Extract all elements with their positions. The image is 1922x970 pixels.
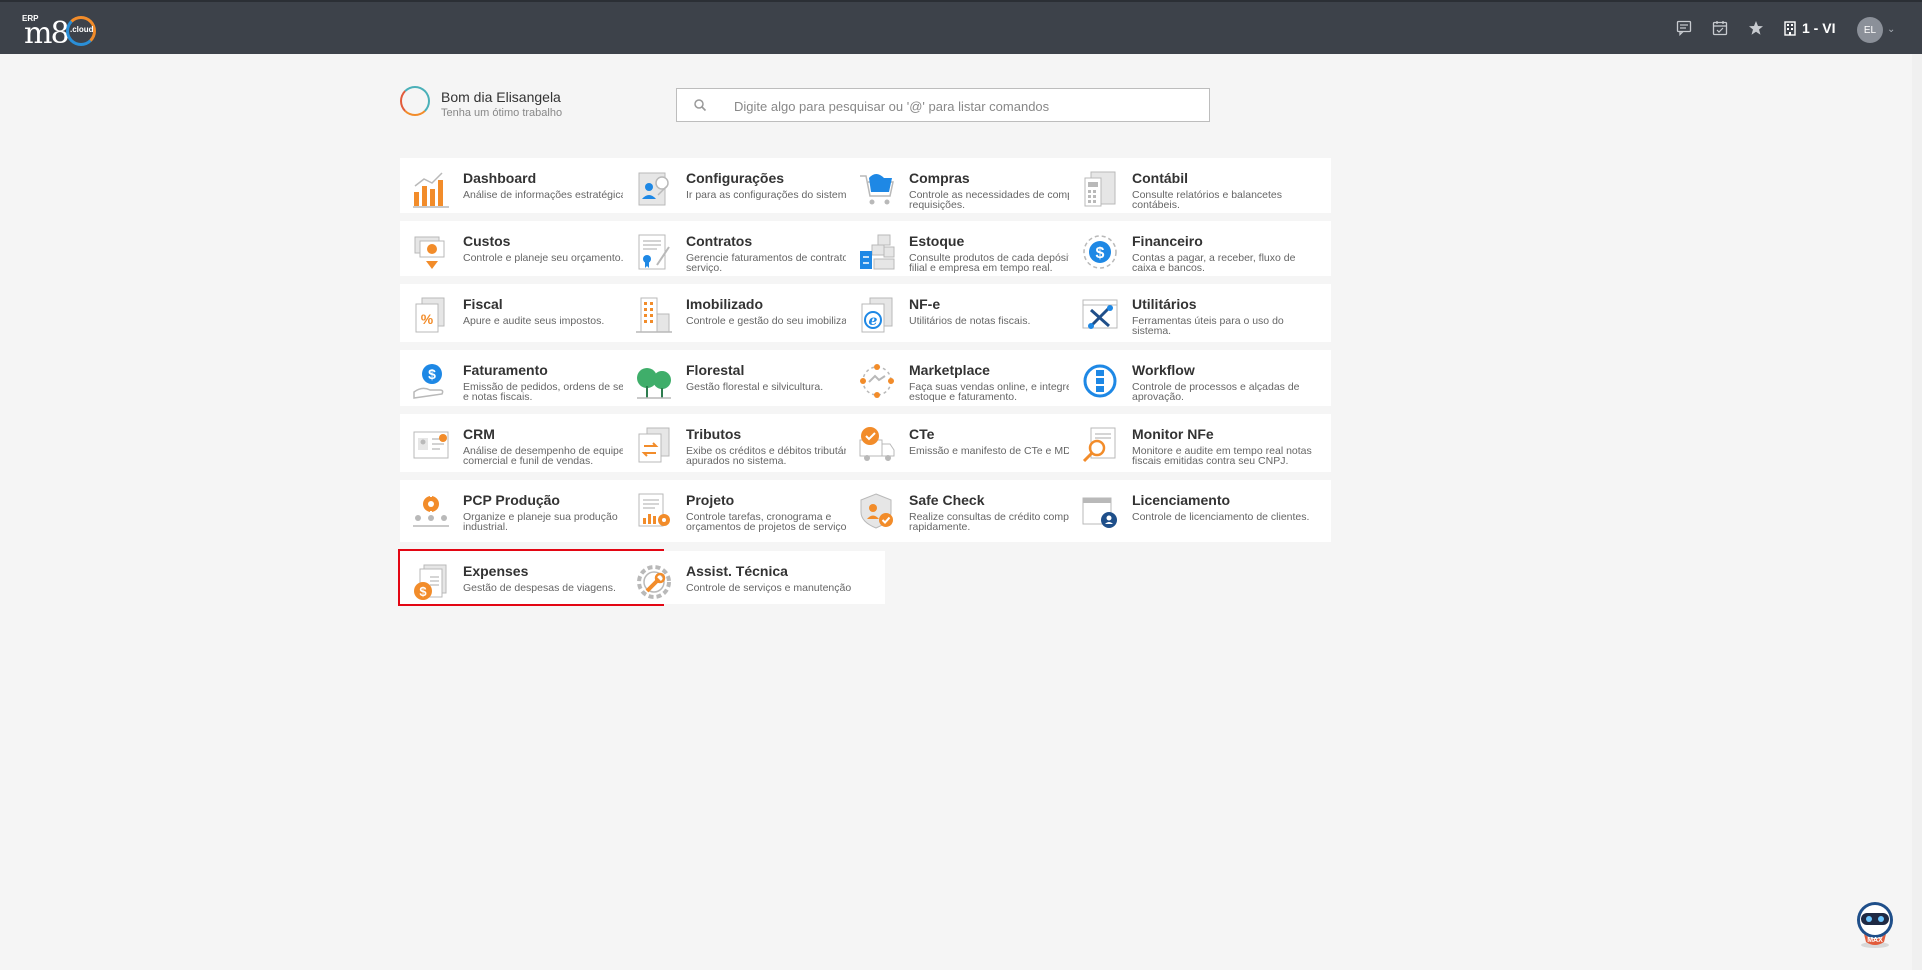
tributes-icon — [638, 427, 670, 463]
wrench-gear-icon — [637, 565, 671, 599]
max-assistant-icon[interactable]: MAX — [1848, 898, 1902, 952]
module-title: Tributos — [686, 426, 742, 442]
module-title: Safe Check — [909, 492, 985, 508]
module-title: Contratos — [686, 233, 753, 249]
max-label: MAX — [1867, 937, 1883, 944]
module-title: Estoque — [909, 233, 965, 249]
svg-text:e: e — [869, 313, 878, 329]
finance-icon: $ — [1083, 235, 1117, 269]
building-assets-icon — [636, 297, 672, 333]
tax-percent-icon: % — [415, 297, 445, 333]
accounting-icon — [1084, 171, 1116, 207]
building-icon — [1784, 20, 1796, 36]
module-description: Ferramentas úteis para o uso do sistema. — [1132, 315, 1284, 337]
company-selector[interactable]: 1 - VI — [1784, 20, 1835, 36]
crm-icon — [413, 431, 449, 459]
module-title: Compras — [909, 170, 970, 186]
greeting-subtitle: Tenha um ótimo trabalho — [441, 107, 563, 119]
search-box — [676, 88, 1210, 122]
module-description: Contas a pagar, a receber, fluxo de caix… — [1132, 252, 1296, 274]
chevron-down-icon[interactable]: ⌄ — [1887, 24, 1895, 35]
module-title: Imobilizado — [686, 296, 763, 312]
forest-icon — [637, 368, 671, 399]
module-title: CRM — [463, 426, 495, 442]
module-card-licenciamento[interactable]: Licenciamento Controle de licenciamento d… — [1069, 480, 1331, 542]
module-description: Controle de licenciamento de clientes. — [1132, 511, 1310, 523]
billing-icon: $ — [413, 364, 444, 399]
search-input[interactable] — [732, 94, 1196, 118]
module-title: Dashboard — [463, 170, 537, 186]
chat-icon[interactable] — [1674, 18, 1694, 38]
star-icon[interactable] — [1746, 18, 1766, 38]
module-title: Utilitários — [1132, 296, 1197, 312]
module-title: Projeto — [686, 492, 735, 508]
svg-text:$: $ — [419, 584, 427, 599]
module-card-utilit-rios[interactable]: Utilitários Ferramentas úteis para o uso … — [1069, 284, 1331, 342]
license-icon — [1082, 497, 1117, 528]
module-description: Consulte relatórios e balancetes contábe… — [1132, 189, 1283, 211]
greeting-logo-icon — [400, 86, 430, 116]
module-title: NF-e — [909, 296, 941, 312]
company-label: 1 - VI — [1802, 20, 1836, 36]
monitor-search-icon — [1082, 427, 1116, 463]
search-icon — [694, 99, 707, 112]
module-card-cont-bil[interactable]: Contábil Consulte relatórios e balancetes… — [1069, 158, 1331, 213]
inventory-icon — [860, 234, 895, 270]
dashboard-chart-icon — [413, 172, 449, 208]
tools-icon — [1082, 299, 1118, 329]
m8-cloud-logo[interactable]: ERP m8 .cloud — [22, 10, 112, 51]
module-card-financeiro[interactable]: $ Financeiro Contas a pagar, a receber, fl… — [1069, 221, 1331, 276]
scrollbar[interactable] — [1912, 54, 1922, 970]
module-description: Controle de processos e alçadas de aprov… — [1132, 381, 1300, 403]
module-title: Faturamento — [463, 362, 548, 378]
module-title: Assist. Técnica — [686, 563, 788, 579]
module-title: Florestal — [686, 362, 745, 378]
truck-icon — [859, 427, 895, 461]
module-title: Financeiro — [1132, 233, 1203, 249]
module-title: Configurações — [686, 170, 785, 186]
expenses-icon: $ — [414, 564, 447, 600]
module-card-monitor-nfe[interactable]: Monitor NFe Monitore e audite em tempo re… — [1069, 414, 1331, 472]
nfe-icon: e — [861, 297, 893, 333]
module-title: Custos — [463, 233, 511, 249]
project-icon — [638, 493, 670, 527]
module-title: Fiscal — [463, 296, 503, 312]
module-description: Monitore e audite em tempo real notas fi… — [1132, 445, 1312, 467]
module-title: Contábil — [1132, 170, 1188, 186]
workflow-icon — [1083, 364, 1117, 398]
module-title: Licenciamento — [1132, 492, 1231, 508]
logo-cloud-text: .cloud — [70, 25, 94, 34]
greeting-title: Bom dia Elisangela — [441, 89, 561, 105]
logo-main-text: m8 — [24, 16, 70, 51]
avatar[interactable]: EL — [1857, 17, 1883, 43]
shield-check-icon — [860, 493, 893, 529]
module-title: Marketplace — [909, 362, 990, 378]
contract-icon — [638, 234, 670, 270]
module-title: Monitor NFe — [1132, 426, 1214, 442]
svg-text:$: $ — [1096, 245, 1105, 262]
module-title: PCP Produção — [463, 492, 560, 508]
cart-icon — [860, 174, 894, 205]
module-title: CTe — [909, 426, 935, 442]
settings-icon — [638, 172, 669, 206]
costs-icon — [414, 236, 445, 269]
marketplace-icon — [860, 364, 894, 398]
module-card-assist-t-cnica[interactable]: Assist. Técnica Controle de serviços e ma… — [623, 551, 885, 604]
module-title: Expenses — [463, 563, 529, 579]
module-description: Controle de serviços e manutenção — [686, 582, 852, 594]
production-icon — [413, 494, 449, 527]
module-card-workflow[interactable]: Workflow Controle de processos e alçadas … — [1069, 350, 1331, 406]
top-bar: ERP m8 .cloud 1 - VI EL ⌄ — [0, 0, 1922, 54]
calendar-icon[interactable] — [1710, 18, 1730, 38]
svg-text:$: $ — [428, 366, 436, 382]
module-title: Workflow — [1132, 362, 1195, 378]
svg-text:%: % — [421, 311, 434, 327]
